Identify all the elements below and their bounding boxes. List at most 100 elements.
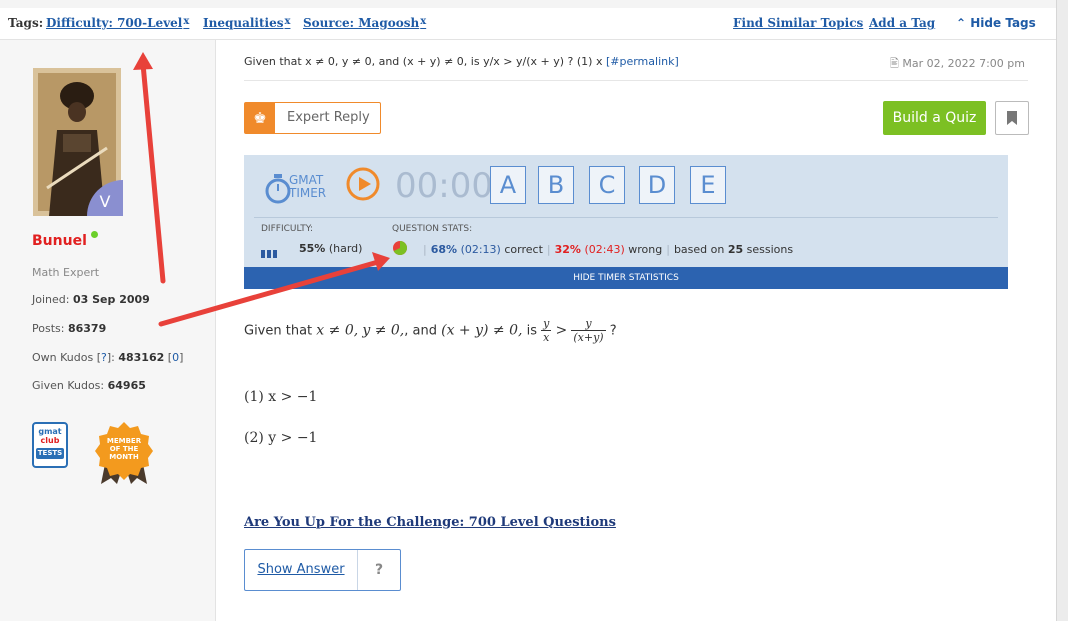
user-role: Math Expert xyxy=(32,266,100,279)
username-link[interactable]: Bunuel xyxy=(32,233,87,249)
correct-time: (02:13) xyxy=(460,243,501,256)
question-text: Given that x ≠ 0, y ≠ 0,, and (x + y) ≠ … xyxy=(244,317,617,345)
timer-clock: 00:00 xyxy=(395,166,493,206)
post-date-text: Mar 02, 2022 7:00 pm xyxy=(902,57,1025,70)
show-answer-group: Show Answer ? xyxy=(244,549,401,591)
difficulty-value: 55% (hard) xyxy=(299,242,362,255)
hide-tags-label[interactable]: Hide Tags xyxy=(970,16,1036,30)
difficulty-percent: 55% xyxy=(299,242,326,255)
tag-source[interactable]: Source: Magooshx xyxy=(303,16,426,30)
lhs-denominator: x xyxy=(543,331,550,344)
separator: | xyxy=(546,243,551,256)
wrong-time: (02:43) xyxy=(584,243,625,256)
post-header-text: Given that x ≠ 0, y ≠ 0, and (x + y) ≠ 0… xyxy=(244,55,603,68)
statement-2: (2) y > −1 xyxy=(244,430,318,446)
stats-pie-icon xyxy=(393,241,407,255)
answer-option-b[interactable]: B xyxy=(538,166,574,204)
own-kudos-stat: Own Kudos [?]: 483162 [0] xyxy=(32,351,183,364)
page: Tags: Difficulty: 700-Levelx Inequalitie… xyxy=(0,0,1057,621)
build-quiz-button[interactable]: Build a Quiz xyxy=(883,101,986,135)
own-kudos-mid: ]: xyxy=(106,351,115,364)
tag-difficulty[interactable]: Difficulty: 700-Levelx xyxy=(46,16,189,30)
badge-line-2: club xyxy=(40,436,60,445)
based-on-text: based on xyxy=(673,243,725,256)
post-header: Given that x ≠ 0, y ≠ 0, and (x + y) ≠ 0… xyxy=(244,55,679,68)
gmat-timer-panel: GMAT TIMER 00:00 A B C D E DIFFICULTY: Q… xyxy=(244,155,1008,289)
joined-label: Joined: xyxy=(32,293,70,306)
joined-stat: Joined: 03 Sep 2009 xyxy=(32,293,150,306)
hide-timer-statistics-button[interactable]: HIDE TIMER STATISTICS xyxy=(244,267,1008,289)
chevron-up-icon: ⌃ xyxy=(956,16,967,30)
divider xyxy=(244,80,1028,81)
condition-y: y ≠ 0, xyxy=(362,322,405,339)
post-content: Given that x ≠ 0, y ≠ 0, and (x + y) ≠ 0… xyxy=(216,40,1056,621)
remove-tag-icon[interactable]: x xyxy=(183,16,189,27)
question-intro: Given that xyxy=(244,323,313,339)
difficulty-bars-icon xyxy=(261,247,279,258)
badge-line-1: gmat xyxy=(38,427,62,436)
add-tag-link[interactable]: Add a Tag xyxy=(869,16,935,30)
bookmark-icon xyxy=(1007,111,1017,125)
question-and: , and xyxy=(404,323,437,339)
posts-value: 86379 xyxy=(67,322,107,335)
difficulty-label: DIFFICULTY: xyxy=(261,224,314,234)
separator: | xyxy=(423,243,427,256)
rhs-numerator: y xyxy=(571,318,606,331)
lhs-numerator: y xyxy=(541,317,552,331)
correct-text: correct xyxy=(504,243,543,256)
statement-1: (1) x > −1 xyxy=(244,389,318,405)
answer-option-c[interactable]: C xyxy=(589,166,625,204)
fraction-lhs: yx xyxy=(541,317,552,344)
bookmark-button[interactable] xyxy=(995,101,1029,135)
own-kudos-label: Own Kudos [ xyxy=(32,351,101,364)
permalink-link[interactable]: [#permalink] xyxy=(606,55,679,68)
correct-percent: 68% xyxy=(430,243,458,256)
sessions-text: sessions xyxy=(746,243,794,256)
user-sidebar: V Bunuel Math Expert Joined: 03 Sep 2009… xyxy=(0,40,216,621)
motm-line-3: MONTH xyxy=(109,453,139,461)
hide-tags-button[interactable]: ⌃ Hide Tags xyxy=(956,16,1036,30)
answer-option-e[interactable]: E xyxy=(690,166,726,204)
condition-x: x ≠ 0, xyxy=(316,322,359,339)
expert-reply-button[interactable]: ♚ Expert Reply xyxy=(244,102,381,134)
joined-value: 03 Sep 2009 xyxy=(72,293,150,306)
find-similar-topics-link[interactable]: Find Similar Topics xyxy=(733,16,863,30)
help-button[interactable]: ? xyxy=(358,550,400,590)
remove-tag-icon[interactable]: x xyxy=(420,16,426,27)
bracket-close: ] xyxy=(179,351,184,364)
question-is: is xyxy=(526,323,537,339)
motm-line-2: OF THE xyxy=(109,445,139,453)
document-icon: 🖹 xyxy=(890,57,899,70)
condition-sum: (x + y) ≠ 0, xyxy=(441,322,523,339)
question-end: ? xyxy=(609,323,617,339)
remove-tag-icon[interactable]: x xyxy=(284,16,290,27)
badge-line-3: TESTS xyxy=(36,448,64,459)
tag-label[interactable]: Inequalities xyxy=(203,16,283,30)
answer-option-a[interactable]: A xyxy=(490,166,526,204)
expert-icon: ♚ xyxy=(245,103,275,133)
post-date: 🖹 Mar 02, 2022 7:00 pm xyxy=(890,55,1025,74)
difficulty-text: (hard) xyxy=(328,242,363,255)
tag-inequalities[interactable]: Inequalitiesx xyxy=(203,16,290,30)
rhs-denominator: (x+y) xyxy=(573,331,604,344)
timer-divider xyxy=(254,217,998,218)
show-answer-button[interactable]: Show Answer xyxy=(245,550,358,590)
given-kudos-stat: Given Kudos: 64965 xyxy=(32,379,146,392)
wrong-text: wrong xyxy=(628,243,663,256)
posts-stat: Posts: 86379 xyxy=(32,322,106,335)
expert-reply-label[interactable]: Expert Reply xyxy=(287,110,370,125)
question-stats: | 68% (02:13) correct | 32% (02:43) wrong | b… xyxy=(419,243,793,256)
answer-option-d[interactable]: D xyxy=(639,166,675,204)
tag-label[interactable]: Source: Magoosh xyxy=(303,16,419,30)
gmat-club-tests-badge[interactable]: gmat club TESTS xyxy=(32,422,68,468)
challenge-link[interactable]: Are You Up For the Challenge: 700 Level … xyxy=(244,515,616,530)
tags-bar: Tags: Difficulty: 700-Levelx Inequalitie… xyxy=(0,9,1056,40)
timer-logo-text: GMAT TIMER xyxy=(289,174,326,200)
play-button[interactable] xyxy=(346,167,380,201)
given-kudos-value: 64965 xyxy=(107,379,146,392)
tags-label: Tags: xyxy=(8,16,44,30)
timer-logo-line-2: TIMER xyxy=(289,186,327,200)
tag-label[interactable]: Difficulty: 700-Level xyxy=(46,16,182,30)
wrong-percent: 32% xyxy=(554,243,581,256)
motm-line-1: MEMBER xyxy=(106,437,142,445)
